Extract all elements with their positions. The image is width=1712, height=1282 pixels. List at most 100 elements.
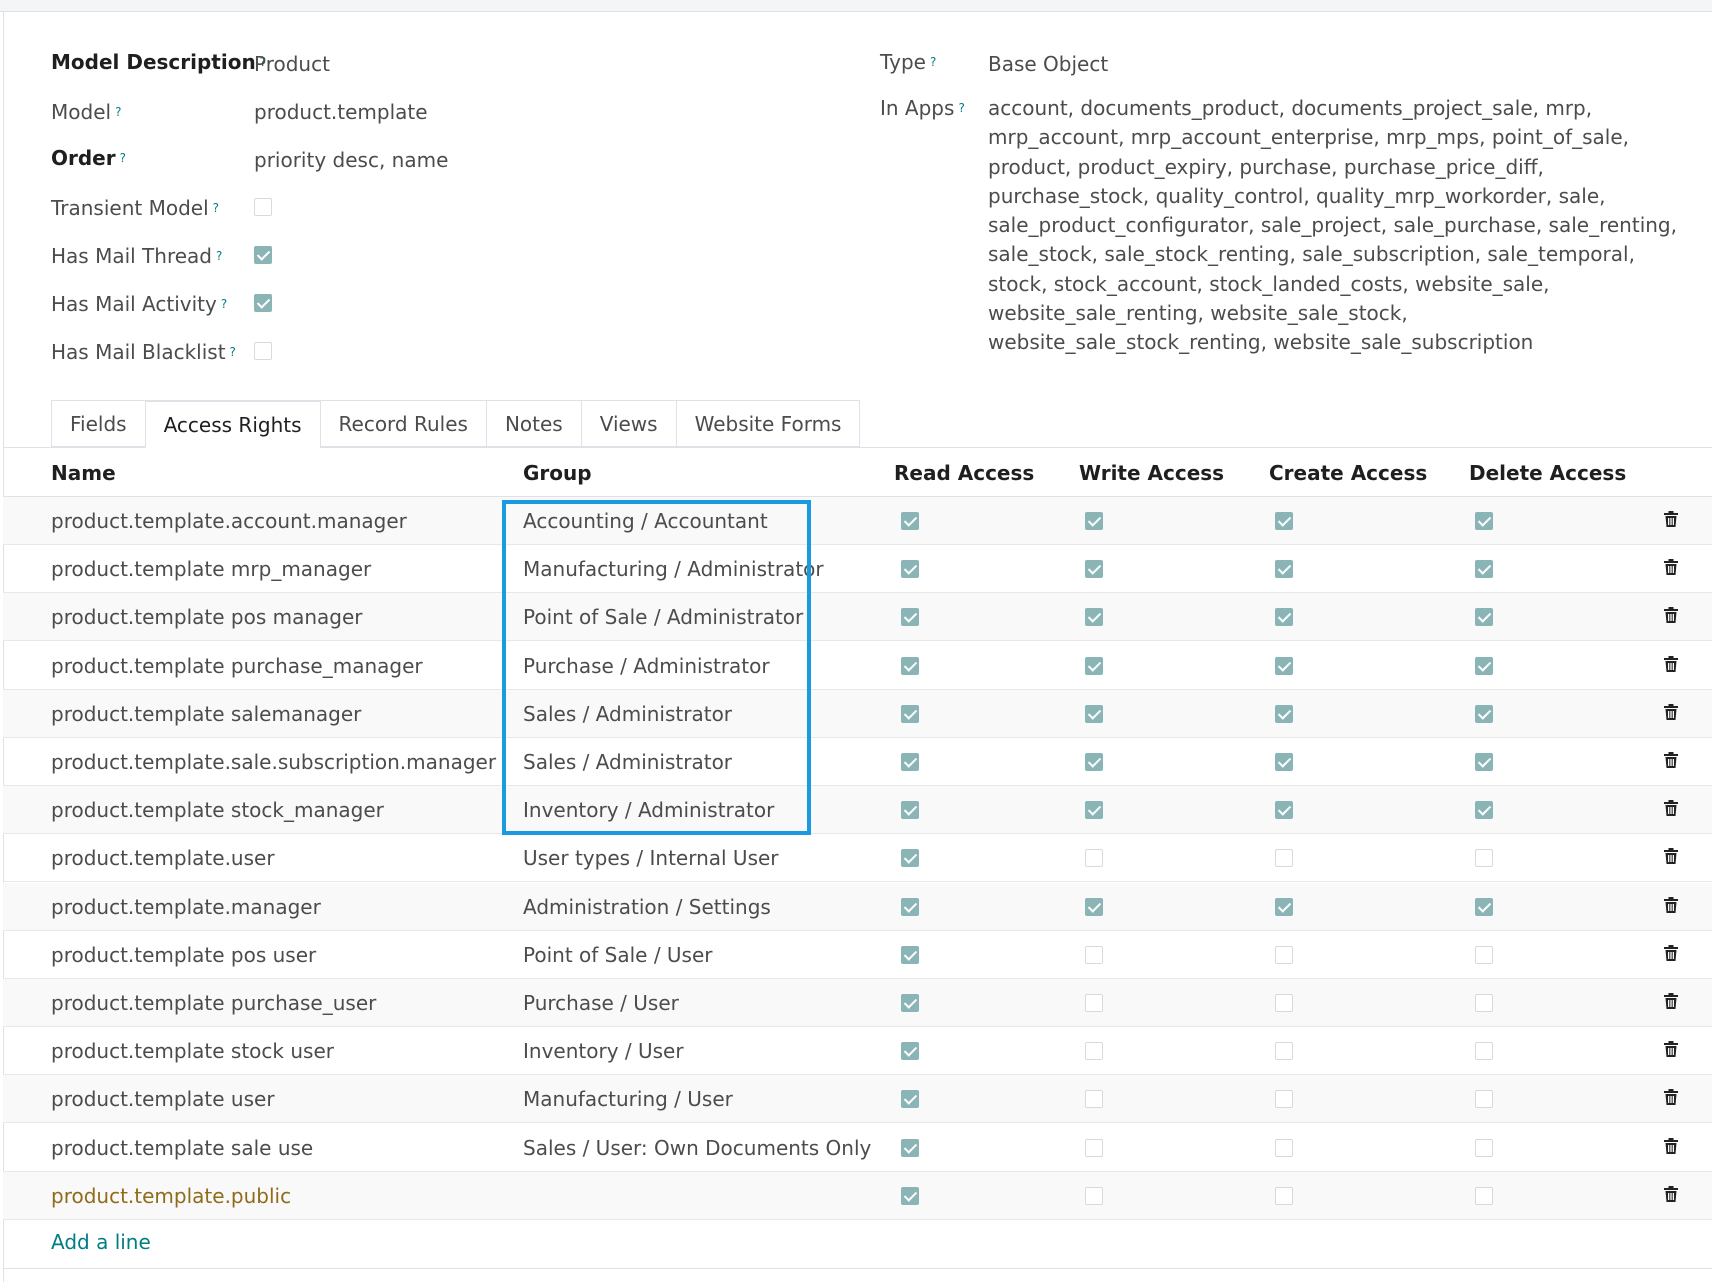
create-access-checkbox[interactable] xyxy=(1275,608,1293,627)
read-access-checkbox[interactable] xyxy=(901,560,919,579)
has-mail-activity-checkbox[interactable] xyxy=(254,294,272,312)
delete-access-checkbox[interactable] xyxy=(1475,897,1493,916)
row-name[interactable]: product.template.sale.subscription.manag… xyxy=(51,750,496,774)
create-access-checkbox[interactable] xyxy=(1275,704,1293,723)
help-icon[interactable]: ? xyxy=(213,201,219,215)
write-access-checkbox[interactable] xyxy=(1085,753,1103,771)
write-access-checkbox[interactable] xyxy=(1085,1138,1103,1157)
model-description-value[interactable]: Product xyxy=(254,52,330,76)
table-row[interactable]: product.template.public xyxy=(3,1171,1712,1220)
trash-icon[interactable] xyxy=(1664,896,1678,913)
row-group[interactable]: Administration / Settings xyxy=(523,895,771,919)
table-row[interactable]: product.template purchase_manager Purchas… xyxy=(3,642,1712,690)
trash-icon[interactable] xyxy=(1664,655,1678,672)
read-access-checkbox[interactable] xyxy=(901,1090,919,1109)
row-group[interactable]: User types / Internal User xyxy=(523,846,779,870)
read-access-checkbox[interactable] xyxy=(901,945,919,964)
read-access-checkbox[interactable] xyxy=(901,704,919,723)
table-row[interactable]: product.template sale use Sales / User: O… xyxy=(3,1124,1712,1172)
tab-views[interactable]: Views xyxy=(580,400,676,447)
create-access-checkbox[interactable] xyxy=(1275,1042,1293,1061)
row-name[interactable]: product.template stock user xyxy=(51,1039,334,1063)
read-access-checkbox[interactable] xyxy=(901,753,919,771)
delete-access-checkbox[interactable] xyxy=(1475,704,1493,723)
create-access-checkbox[interactable] xyxy=(1275,560,1293,579)
help-icon[interactable]: ? xyxy=(230,345,236,359)
row-group[interactable]: Sales / User: Own Documents Only xyxy=(523,1136,871,1160)
delete-access-checkbox[interactable] xyxy=(1475,849,1493,868)
column-header-read[interactable]: Read Access xyxy=(894,461,1034,485)
write-access-checkbox[interactable] xyxy=(1085,849,1103,868)
help-icon[interactable]: ? xyxy=(120,151,126,165)
create-access-checkbox[interactable] xyxy=(1275,1090,1293,1109)
row-group[interactable]: Point of Sale / User xyxy=(523,943,713,967)
row-group[interactable]: Accounting / Accountant xyxy=(523,509,768,533)
help-icon[interactable]: ? xyxy=(216,249,222,263)
row-name[interactable]: product.template stock_manager xyxy=(51,798,384,822)
row-name[interactable]: product.template sale use xyxy=(51,1136,313,1160)
write-access-checkbox[interactable] xyxy=(1085,1090,1103,1109)
trash-icon[interactable] xyxy=(1664,607,1678,624)
create-access-checkbox[interactable] xyxy=(1275,1186,1293,1205)
read-access-checkbox[interactable] xyxy=(901,512,919,530)
tab-fields[interactable]: Fields xyxy=(51,400,145,447)
row-group[interactable]: Point of Sale / Administrator xyxy=(523,605,803,629)
row-name[interactable]: product.template.public xyxy=(51,1184,291,1208)
delete-access-checkbox[interactable] xyxy=(1475,1186,1493,1205)
row-name[interactable]: product.template.user xyxy=(51,846,275,870)
create-access-checkbox[interactable] xyxy=(1275,994,1293,1012)
column-header-name[interactable]: Name xyxy=(51,461,116,485)
write-access-checkbox[interactable] xyxy=(1085,1186,1103,1205)
table-row[interactable]: product.template pos user Point of Sale /… xyxy=(3,931,1712,979)
help-icon[interactable]: ? xyxy=(221,297,227,311)
has-mail-blacklist-checkbox[interactable] xyxy=(254,342,272,360)
delete-access-checkbox[interactable] xyxy=(1475,1042,1493,1061)
write-access-checkbox[interactable] xyxy=(1085,994,1103,1012)
delete-access-checkbox[interactable] xyxy=(1475,945,1493,964)
row-group[interactable]: Manufacturing / User xyxy=(523,1087,733,1111)
column-header-create[interactable]: Create Access xyxy=(1269,461,1427,485)
write-access-checkbox[interactable] xyxy=(1085,608,1103,627)
delete-access-checkbox[interactable] xyxy=(1475,994,1493,1012)
write-access-checkbox[interactable] xyxy=(1085,801,1103,820)
create-access-checkbox[interactable] xyxy=(1275,897,1293,916)
read-access-checkbox[interactable] xyxy=(901,897,919,916)
table-row[interactable]: product.template mrp_manager Manufacturin… xyxy=(3,545,1712,594)
delete-access-checkbox[interactable] xyxy=(1475,1138,1493,1157)
table-row[interactable]: product.template.account.manager Accounti… xyxy=(3,497,1712,545)
row-name[interactable]: product.template pos manager xyxy=(51,605,363,629)
create-access-checkbox[interactable] xyxy=(1275,753,1293,771)
row-group[interactable]: Sales / Administrator xyxy=(523,702,732,726)
create-access-checkbox[interactable] xyxy=(1275,512,1293,530)
create-access-checkbox[interactable] xyxy=(1275,801,1293,820)
trash-icon[interactable] xyxy=(1664,1137,1678,1154)
tab-notes[interactable]: Notes xyxy=(485,400,581,447)
column-header-write[interactable]: Write Access xyxy=(1079,461,1224,485)
read-access-checkbox[interactable] xyxy=(901,994,919,1012)
create-access-checkbox[interactable] xyxy=(1275,656,1293,675)
delete-access-checkbox[interactable] xyxy=(1475,1090,1493,1109)
order-value[interactable]: priority desc, name xyxy=(254,148,448,172)
help-icon[interactable]: ? xyxy=(958,101,964,115)
read-access-checkbox[interactable] xyxy=(901,1138,919,1157)
row-name[interactable]: product.template user xyxy=(51,1087,275,1111)
trash-icon[interactable] xyxy=(1664,944,1678,961)
row-name[interactable]: product.template pos user xyxy=(51,943,316,967)
table-row[interactable]: product.template.user User types / Intern… xyxy=(3,834,1712,883)
delete-access-checkbox[interactable] xyxy=(1475,560,1493,579)
row-group[interactable]: Sales / Administrator xyxy=(523,750,732,774)
trash-icon[interactable] xyxy=(1664,800,1678,817)
tab-access-rights[interactable]: Access Rights xyxy=(144,400,320,448)
write-access-checkbox[interactable] xyxy=(1085,704,1103,723)
write-access-checkbox[interactable] xyxy=(1085,945,1103,964)
read-access-checkbox[interactable] xyxy=(901,1186,919,1205)
delete-access-checkbox[interactable] xyxy=(1475,753,1493,771)
row-name[interactable]: product.template.manager xyxy=(51,895,321,919)
trash-icon[interactable] xyxy=(1664,1185,1678,1202)
table-row[interactable]: product.template salemanager Sales / Admi… xyxy=(3,689,1712,738)
row-group[interactable]: Purchase / Administrator xyxy=(523,654,770,678)
create-access-checkbox[interactable] xyxy=(1275,849,1293,868)
read-access-checkbox[interactable] xyxy=(901,656,919,675)
column-header-delete[interactable]: Delete Access xyxy=(1469,461,1626,485)
trash-icon[interactable] xyxy=(1664,752,1678,768)
